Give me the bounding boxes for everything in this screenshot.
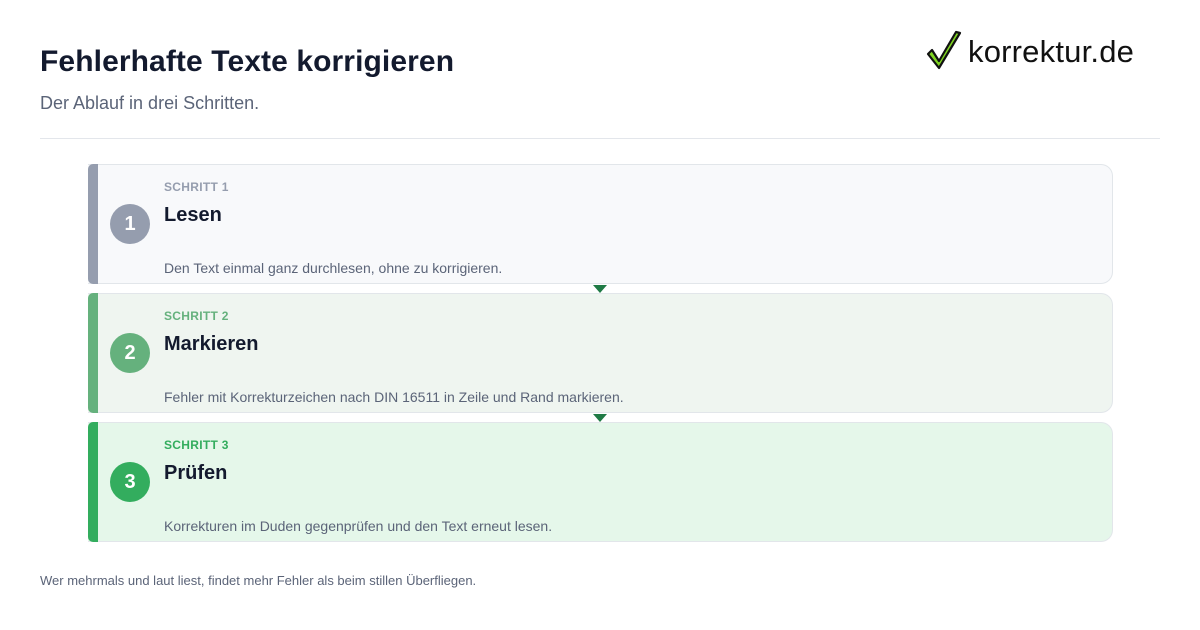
step-3-title: Prüfen <box>164 462 228 484</box>
step-2-label: SCHRITT 2 <box>164 309 229 323</box>
step-1-description: Den Text einmal ganz durchlesen, ohne zu… <box>164 260 503 276</box>
step-3-accent-bar <box>88 422 98 542</box>
page-title: Fehlerhafte Texte korrigieren <box>40 45 455 78</box>
connector-arrow-2 <box>593 414 607 422</box>
page-subtitle: Der Ablauf in drei Schritten. <box>40 93 260 113</box>
step-1-title: Lesen <box>164 204 222 226</box>
checkmark-icon <box>926 30 962 70</box>
step-3-number-badge: 3 <box>110 462 150 502</box>
step-3-description: Korrekturen im Duden gegenprüfen und den… <box>164 518 553 534</box>
step-2: 2 SCHRITT 2 Markieren Fehler mit Korrekt… <box>88 293 1113 413</box>
step-1-number-badge: 1 <box>110 204 150 244</box>
step-1: 1 SCHRITT 1 Lesen Den Text einmal ganz d… <box>88 164 1113 284</box>
step-3-label: SCHRITT 3 <box>164 438 229 452</box>
logo-text: korrektur.de <box>968 33 1135 69</box>
header-divider <box>40 138 1160 139</box>
footnote: Wer mehrmals und laut liest, findet mehr… <box>40 573 477 588</box>
step-3: 3 SCHRITT 3 Prüfen Korrekturen im Duden … <box>88 422 1113 542</box>
step-2-number-badge: 2 <box>110 333 150 373</box>
step-2-description: Fehler mit Korrekturzeichen nach DIN 165… <box>164 389 624 405</box>
step-1-accent-bar <box>88 164 98 284</box>
step-1-label: SCHRITT 1 <box>164 180 229 194</box>
step-2-accent-bar <box>88 293 98 413</box>
logo: korrektur.de <box>926 30 1134 72</box>
step-2-title: Markieren <box>164 333 259 355</box>
connector-arrow-1 <box>593 285 607 293</box>
page: Fehlerhafte Texte korrigieren Der Ablauf… <box>0 0 1200 630</box>
